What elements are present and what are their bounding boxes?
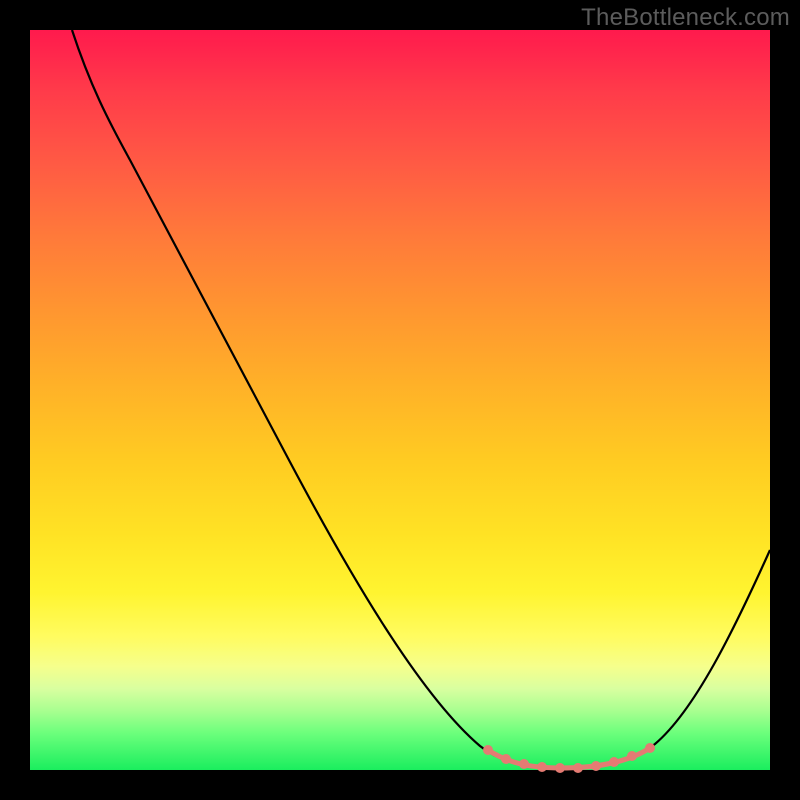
curve-main-path — [72, 30, 770, 768]
chart-container: TheBottleneck.com — [0, 0, 800, 800]
bottleneck-curve — [30, 30, 770, 770]
watermark-text: TheBottleneck.com — [581, 4, 790, 32]
curve-highlight-markers — [483, 743, 655, 773]
plot-area — [30, 30, 770, 770]
